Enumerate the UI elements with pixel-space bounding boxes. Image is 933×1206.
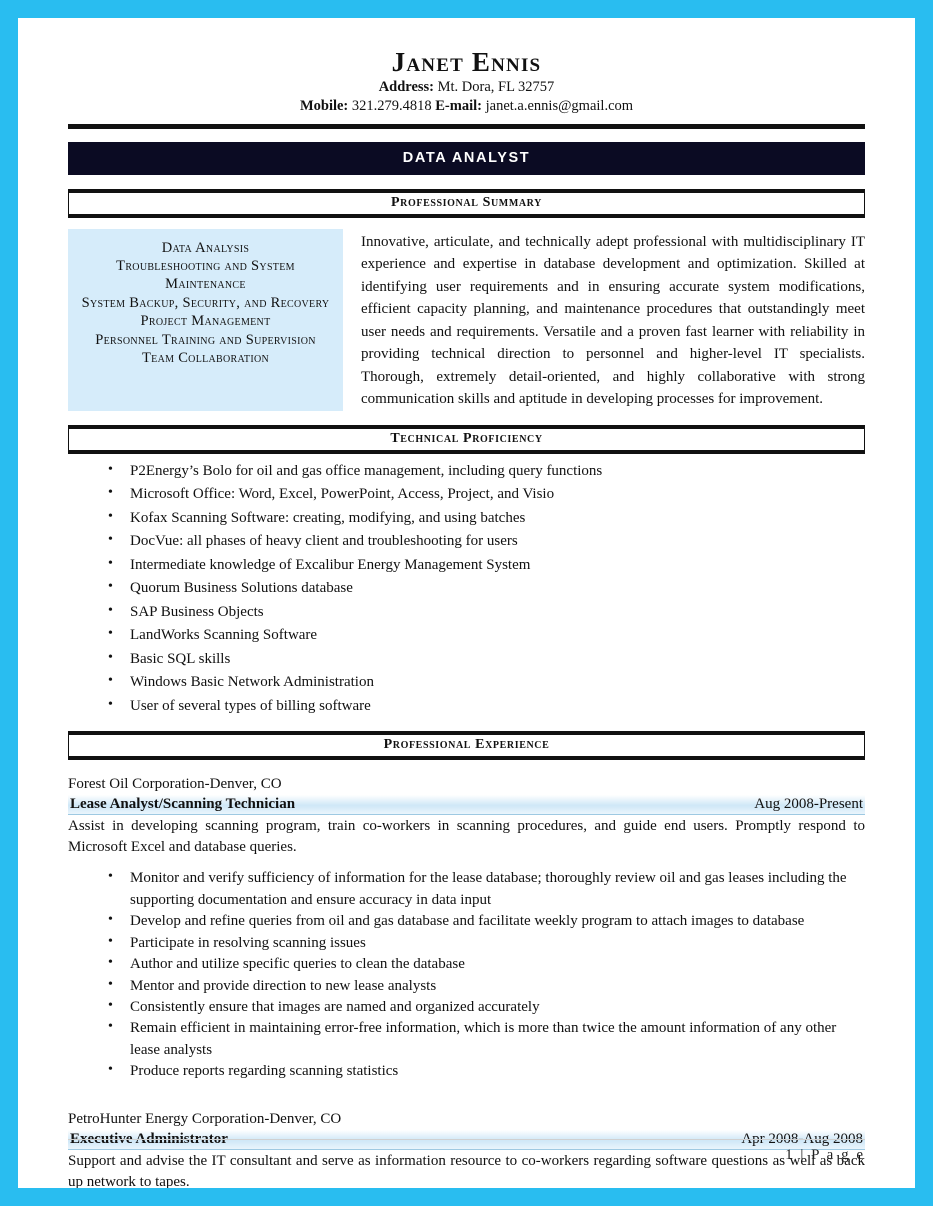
list-item: Windows Basic Network Administration bbox=[108, 670, 865, 694]
mobile-label: Mobile: bbox=[299, 98, 349, 115]
job-dates: Aug 2008-Present bbox=[754, 796, 863, 813]
employer-name: Forest Oil Corporation-Denver, CO bbox=[68, 776, 282, 793]
list-item: DocVue: all phases of heavy client and t… bbox=[108, 529, 865, 553]
list-item: Develop and refine queries from oil and … bbox=[108, 910, 865, 932]
address-line: Address: Mt. Dora, FL 32757 bbox=[68, 78, 865, 97]
job-description: Assist in developing scanning program, t… bbox=[68, 818, 865, 856]
job-title-bar: Lease Analyst/Scanning Technician Aug 20… bbox=[68, 795, 865, 816]
list-item: Mentor and provide direction to new leas… bbox=[108, 975, 865, 997]
resume-header: Janet Ennis Address: Mt. Dora, FL 32757 … bbox=[68, 48, 865, 129]
list-item: SAP Business Objects bbox=[108, 600, 865, 624]
list-item: Consistently ensure that images are name… bbox=[108, 996, 865, 1018]
mobile-value: 321.279.4818 bbox=[351, 98, 432, 115]
page-footer: 1 | P a g e bbox=[68, 1139, 865, 1164]
list-item: Quorum Business Solutions database bbox=[108, 576, 865, 600]
resume-sheet: Janet Ennis Address: Mt. Dora, FL 32757 … bbox=[18, 18, 915, 1188]
list-item: User of several types of billing softwar… bbox=[108, 694, 865, 718]
experience-entry: Forest Oil Corporation-Denver, CO Lease … bbox=[68, 774, 865, 1083]
address-value: Mt. Dora, FL 32757 bbox=[437, 79, 555, 96]
list-item: Remain efficient in maintaining error-fr… bbox=[108, 1017, 865, 1061]
job-bullet-list: Monitor and verify sufficiency of inform… bbox=[68, 867, 865, 1082]
list-item: Monitor and verify sufficiency of inform… bbox=[108, 867, 865, 911]
list-item: Microsoft Office: Word, Excel, PowerPoin… bbox=[108, 482, 865, 506]
contact-line: Mobile: 321.279.4818 E-mail: janet.a.enn… bbox=[68, 97, 865, 116]
list-item: Author and utilize specific queries to c… bbox=[108, 953, 865, 975]
core-competencies-box: Data Analysis Troubleshooting and System… bbox=[68, 228, 343, 411]
core-competency-item: Personnel Training and Supervision bbox=[95, 331, 316, 348]
core-competency-item: Project Management bbox=[140, 313, 271, 330]
list-item: Kofax Scanning Software: creating, modif… bbox=[108, 506, 865, 530]
summary-paragraph: Innovative, articulate, and technically … bbox=[361, 233, 865, 408]
summary-row: Data Analysis Troubleshooting and System… bbox=[68, 228, 865, 411]
email-label: E-mail: bbox=[435, 98, 482, 115]
list-item: Intermediate knowledge of Excalibur Ener… bbox=[108, 553, 865, 577]
candidate-name: Janet Ennis bbox=[391, 47, 542, 77]
header-divider-rule bbox=[68, 123, 865, 129]
page-number: 1 | P a g e bbox=[785, 1147, 865, 1163]
page-border-frame: Janet Ennis Address: Mt. Dora, FL 32757 … bbox=[0, 0, 933, 1206]
list-item: Basic SQL skills bbox=[108, 647, 865, 671]
core-competency-item: Troubleshooting and System Maintenance bbox=[116, 258, 295, 293]
job-title: Lease Analyst/Scanning Technician bbox=[70, 796, 296, 813]
list-item: LandWorks Scanning Software bbox=[108, 623, 865, 647]
section-heading-professional-experience: Professional Experience bbox=[68, 731, 865, 761]
core-competency-item: System Backup, Security, and Recovery bbox=[81, 294, 330, 311]
section-heading-professional-summary: Professional Summary bbox=[68, 188, 865, 218]
technical-proficiency-list: P2Energy’s Bolo for oil and gas office m… bbox=[68, 459, 865, 718]
section-heading-technical-proficiency: Technical Proficiency bbox=[68, 424, 865, 454]
list-item: Participate in resolving scanning issues bbox=[108, 932, 865, 954]
email-value: janet.a.ennis@gmail.com bbox=[485, 98, 634, 115]
core-competency-item: Team Collaboration bbox=[142, 350, 269, 367]
employer-name: PetroHunter Energy Corporation-Denver, C… bbox=[68, 1110, 342, 1127]
core-competency-item: Data Analysis bbox=[161, 239, 250, 256]
role-banner: DATA ANALYST bbox=[68, 141, 865, 175]
list-item: P2Energy’s Bolo for oil and gas office m… bbox=[108, 459, 865, 483]
list-item: Produce reports regarding scanning stati… bbox=[108, 1060, 865, 1082]
address-label: Address: bbox=[378, 79, 435, 96]
